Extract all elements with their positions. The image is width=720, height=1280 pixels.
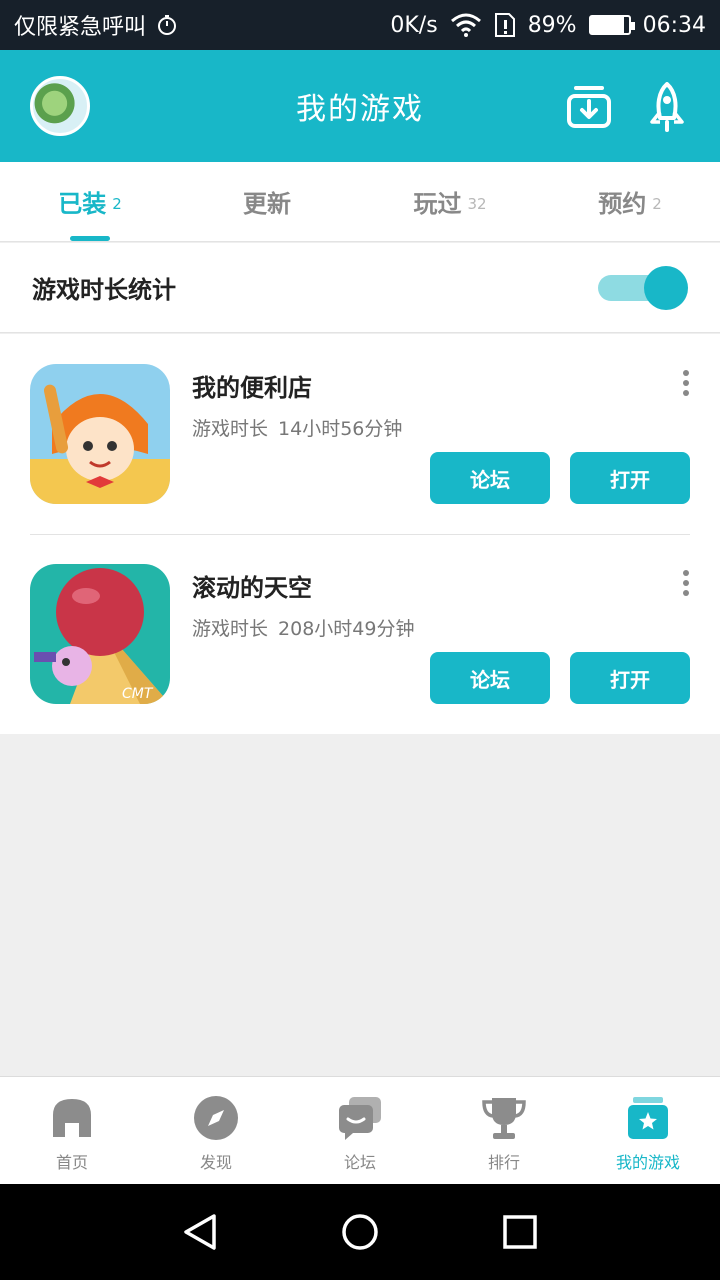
compass-icon	[194, 1096, 238, 1140]
tab-played[interactable]: 玩过 32	[360, 162, 540, 241]
status-bar: 仅限紧急呼叫 0K/s 89% 06:34	[0, 0, 720, 50]
clock: 06:34	[642, 12, 706, 38]
home-circle-icon[interactable]	[340, 1212, 380, 1252]
nav-label: 排行	[487, 1153, 520, 1172]
back-icon[interactable]	[180, 1212, 220, 1252]
nav-my-games[interactable]: 我的游戏	[576, 1077, 720, 1184]
battery-icon	[588, 15, 635, 35]
tab-label: 已装	[58, 190, 107, 218]
rolling-sky-game-icon: CMT	[30, 564, 170, 704]
sim-alert-icon	[494, 13, 515, 37]
playtime-stats-row: 游戏时长统计	[0, 243, 720, 333]
game-row[interactable]: CMT 滚动的天空 游戏时长 208小时49分钟 论坛 打开	[0, 534, 720, 734]
chat-icon	[339, 1097, 381, 1140]
status-right: 0K/s 89% 06:34	[390, 12, 706, 38]
toggle-knob	[644, 265, 688, 310]
nav-discover[interactable]: 发现	[144, 1077, 288, 1184]
net-speed: 0K/s	[390, 12, 438, 38]
nav-label: 我的游戏	[615, 1153, 680, 1172]
tab-installed[interactable]: 已装 2	[0, 162, 180, 241]
stopwatch-icon	[158, 15, 177, 35]
bottom-nav: 首页 发现 论坛 排行 我的游戏	[0, 1076, 720, 1184]
battery-fill	[590, 17, 625, 33]
game-playtime: 游戏时长 208小时49分钟	[192, 614, 414, 641]
trophy-icon	[482, 1098, 526, 1139]
tab-label: 预约	[598, 190, 647, 218]
tab-bar: 已装 2 更新 玩过 32 预约 2	[0, 162, 720, 242]
nav-ranking[interactable]: 排行	[432, 1077, 576, 1184]
game-box-icon	[628, 1097, 668, 1139]
carrier-text: 仅限紧急呼叫	[14, 15, 147, 40]
tab-count: 2	[112, 194, 122, 213]
nav-label: 论坛	[343, 1153, 376, 1172]
rocket-icon[interactable]	[648, 82, 686, 132]
nav-home[interactable]: 首页	[0, 1077, 144, 1184]
playtime-label: 游戏时长	[192, 618, 269, 640]
tab-label: 玩过	[413, 190, 462, 218]
nav-label: 首页	[55, 1153, 88, 1172]
tab-count: 32	[467, 194, 487, 213]
battery-percent: 89%	[527, 12, 577, 38]
game-name: 滚动的天空	[192, 574, 312, 602]
page-title: 我的游戏	[296, 92, 424, 127]
game-row[interactable]: 我的便利店 游戏时长 14小时56分钟 论坛 打开	[0, 334, 720, 534]
playtime-value: 208小时49分钟	[278, 618, 415, 640]
download-manager-icon[interactable]	[566, 84, 612, 130]
playtime-label: 游戏时长	[192, 418, 269, 440]
playtime-value: 14小时56分钟	[278, 418, 403, 440]
forum-button[interactable]: 论坛	[430, 452, 550, 504]
svg-text:CMT: CMT	[122, 686, 154, 702]
game-name: 我的便利店	[192, 374, 312, 402]
game-list: 我的便利店 游戏时长 14小时56分钟 论坛 打开 CMT 滚动的天空 游戏时长 2…	[0, 334, 720, 734]
tab-updates[interactable]: 更新	[180, 162, 360, 241]
playtime-stats-label: 游戏时长统计	[32, 276, 176, 304]
status-left: 仅限紧急呼叫	[14, 9, 178, 41]
tab-label: 更新	[243, 190, 291, 218]
active-tab-indicator	[70, 236, 110, 241]
recents-icon[interactable]	[502, 1214, 538, 1250]
more-options-icon[interactable]	[676, 370, 696, 400]
forum-button[interactable]: 论坛	[430, 652, 550, 704]
nav-forum[interactable]: 论坛	[288, 1077, 432, 1184]
user-avatar[interactable]	[30, 76, 90, 136]
tab-count: 2	[652, 194, 662, 213]
open-button[interactable]: 打开	[570, 452, 690, 504]
convenience-store-game-icon	[30, 364, 170, 504]
open-button[interactable]: 打开	[570, 652, 690, 704]
home-icon	[53, 1099, 91, 1137]
tab-reserved[interactable]: 预约 2	[540, 162, 720, 241]
playtime-stats-toggle[interactable]	[598, 265, 688, 310]
app-header: 我的游戏	[0, 50, 720, 162]
more-options-icon[interactable]	[676, 570, 696, 600]
wifi-icon	[450, 13, 481, 37]
game-playtime: 游戏时长 14小时56分钟	[192, 414, 402, 441]
nav-label: 发现	[199, 1153, 232, 1172]
system-nav-bar	[0, 1184, 720, 1280]
